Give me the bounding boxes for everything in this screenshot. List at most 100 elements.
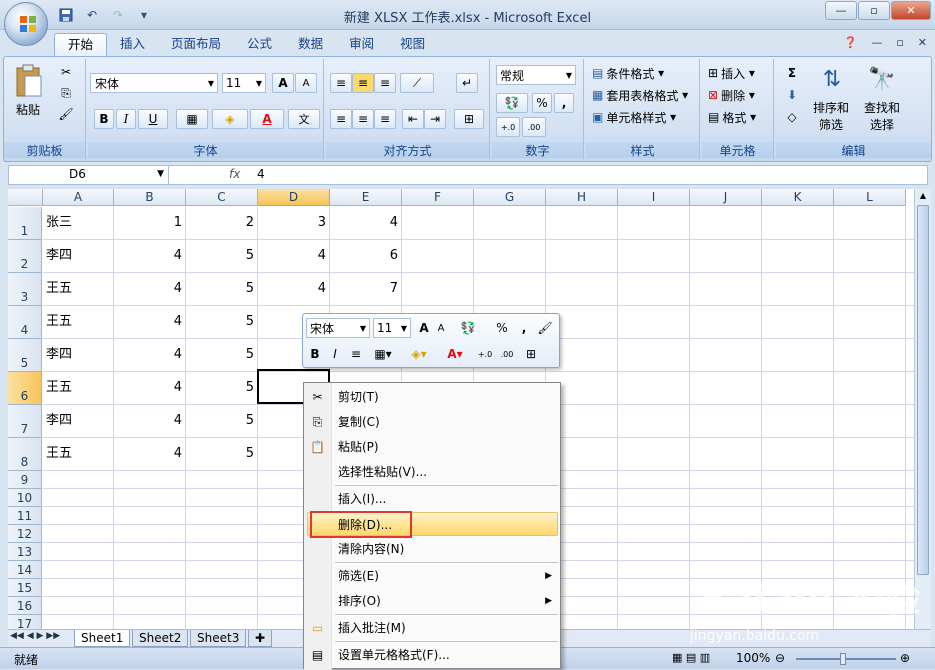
tab-formulas[interactable]: 公式 [234, 33, 285, 57]
menu-item-clear-contents[interactable]: 清除内容(N) [304, 537, 560, 561]
zoom-slider-thumb[interactable] [840, 653, 846, 665]
row-header-7[interactable]: 7 [8, 405, 42, 438]
row-header-15[interactable]: 15 [8, 579, 42, 597]
cell-A8[interactable]: 王五 [46, 444, 111, 464]
fill-icon[interactable]: ⬇ [780, 85, 804, 105]
font-color-button[interactable]: A [250, 109, 284, 129]
decrease-decimal-icon[interactable]: .00 [522, 117, 546, 137]
column-header-F[interactable]: F [402, 189, 474, 206]
mini-currency-icon[interactable]: 💱 [453, 318, 483, 338]
cell-C4[interactable]: 5 [186, 312, 254, 332]
autosum-icon[interactable]: Σ [780, 63, 804, 83]
cell-B4[interactable]: 4 [114, 312, 182, 332]
shrink-font-button[interactable]: A [295, 73, 317, 93]
cell-A1[interactable]: 张三 [46, 213, 111, 233]
mini-bold-icon[interactable]: B [307, 344, 323, 364]
row-header-9[interactable]: 9 [8, 471, 42, 489]
bold-button[interactable]: B [94, 109, 114, 129]
row-header-10[interactable]: 10 [8, 489, 42, 507]
cell-A2[interactable]: 李四 [46, 246, 111, 266]
column-header-I[interactable]: I [618, 189, 690, 206]
help-icon[interactable]: ❓ [844, 36, 858, 49]
row-header-12[interactable]: 12 [8, 525, 42, 543]
cell-B5[interactable]: 4 [114, 345, 182, 365]
sort-filter-label[interactable]: 排序和 [806, 99, 856, 115]
underline-button[interactable]: U [138, 109, 168, 129]
column-header-E[interactable]: E [330, 189, 402, 206]
menu-item-cut[interactable]: ✂ 剪切(T) [304, 385, 560, 409]
cell-E1[interactable]: 4 [330, 213, 398, 233]
row-header-11[interactable]: 11 [8, 507, 42, 525]
column-header-J[interactable]: J [690, 189, 762, 206]
mini-center-icon[interactable]: ≡ [347, 344, 365, 364]
row-header-1[interactable]: 1 [8, 207, 42, 240]
paste-icon[interactable] [10, 63, 46, 99]
tab-page-layout[interactable]: 页面布局 [158, 33, 234, 57]
font-size-combo[interactable]: 11 ▼ [222, 73, 266, 93]
sort-filter-icon[interactable]: ⇅ [812, 61, 852, 97]
wrap-text-icon[interactable]: ↵ [456, 73, 478, 93]
cell-B3[interactable]: 4 [114, 279, 182, 299]
menu-item-paste-special[interactable]: 选择性粘贴(V)... [304, 460, 560, 484]
cell-D1[interactable]: 3 [258, 213, 326, 233]
vertical-scrollbar[interactable]: ▲ [914, 189, 931, 629]
find-select-label[interactable]: 查找和 [856, 99, 908, 115]
tab-review[interactable]: 审阅 [336, 33, 387, 57]
cell-D2[interactable]: 4 [258, 246, 326, 266]
insert-function-icon[interactable]: fx [229, 166, 251, 184]
menu-item-sort[interactable]: 排序(O) ▶ [304, 589, 560, 613]
cell-C6[interactable]: 5 [186, 378, 254, 398]
mini-grow-font-icon[interactable]: A [415, 318, 433, 338]
find-select-label-2[interactable]: 选择 [856, 116, 908, 132]
close-button[interactable]: ✕ [891, 1, 931, 20]
increase-decimal-icon[interactable]: +.0 [496, 117, 520, 137]
mini-comma-button[interactable]: , [517, 318, 531, 338]
percent-button[interactable]: % [532, 93, 552, 113]
mini-italic-icon[interactable]: I [327, 344, 343, 364]
row-header-17[interactable]: 17 [8, 615, 42, 629]
column-header-K[interactable]: K [762, 189, 834, 206]
mini-decrease-decimal-icon[interactable]: .00 [497, 344, 517, 364]
phonetic-button[interactable]: 文 [288, 109, 320, 129]
cell-A7[interactable]: 李四 [46, 411, 111, 431]
row-header-2[interactable]: 2 [8, 240, 42, 273]
ribbon-restore-icon[interactable]: ▫ [896, 36, 903, 49]
align-left-icon[interactable]: ≡ [330, 109, 352, 129]
row-header-8[interactable]: 8 [8, 438, 42, 471]
align-middle-icon[interactable]: ≡ [352, 73, 374, 93]
row-header-14[interactable]: 14 [8, 561, 42, 579]
menu-item-filter[interactable]: 筛选(E) ▶ [304, 564, 560, 588]
merge-center-icon[interactable]: ⊞ [454, 109, 484, 129]
menu-item-insert-comment[interactable]: ▭ 插入批注(M) [304, 616, 560, 640]
align-top-icon[interactable]: ≡ [330, 73, 352, 93]
grow-font-button[interactable]: A [272, 73, 294, 93]
scroll-thumb[interactable] [917, 205, 929, 575]
currency-icon[interactable]: 💱 [496, 93, 528, 113]
cell-A3[interactable]: 王五 [46, 279, 111, 299]
sheet-nav-arrows-icon[interactable]: ◀◀ ◀ ▶ ▶▶ [10, 631, 60, 641]
copy-icon[interactable]: ⎘ [56, 84, 76, 102]
cell-B7[interactable]: 4 [114, 411, 182, 431]
mini-increase-decimal-icon[interactable]: +.0 [475, 344, 495, 364]
menu-item-copy[interactable]: ⎘ 复制(C) [304, 410, 560, 434]
cell-C5[interactable]: 5 [186, 345, 254, 365]
select-all-corner[interactable] [8, 189, 43, 206]
column-header-C[interactable]: C [186, 189, 258, 206]
tab-view[interactable]: 视图 [387, 33, 438, 57]
borders-icon[interactable]: ▦ [176, 109, 208, 129]
minimize-button[interactable]: — [825, 1, 857, 20]
sheet-tab-1[interactable]: Sheet1 [74, 630, 131, 647]
row-header-16[interactable]: 16 [8, 597, 42, 615]
zoom-level[interactable]: 100% [736, 651, 770, 665]
column-header-L[interactable]: L [834, 189, 906, 206]
zoom-slider[interactable] [796, 658, 896, 660]
mini-shrink-font-icon[interactable]: A [433, 318, 449, 338]
view-mode-icons[interactable]: ▦ ▤ ▥ [672, 651, 710, 664]
scroll-up-icon[interactable]: ▲ [917, 191, 929, 203]
decrease-indent-icon[interactable]: ⇤ [402, 109, 424, 129]
mini-merge-icon[interactable]: ⊞ [521, 344, 541, 364]
row-header-6[interactable]: 6 [8, 372, 42, 405]
zoom-in-icon[interactable]: ⊕ [900, 651, 910, 665]
ribbon-close-icon[interactable]: ✕ [918, 36, 927, 49]
tab-home[interactable]: 开始 [54, 33, 108, 57]
